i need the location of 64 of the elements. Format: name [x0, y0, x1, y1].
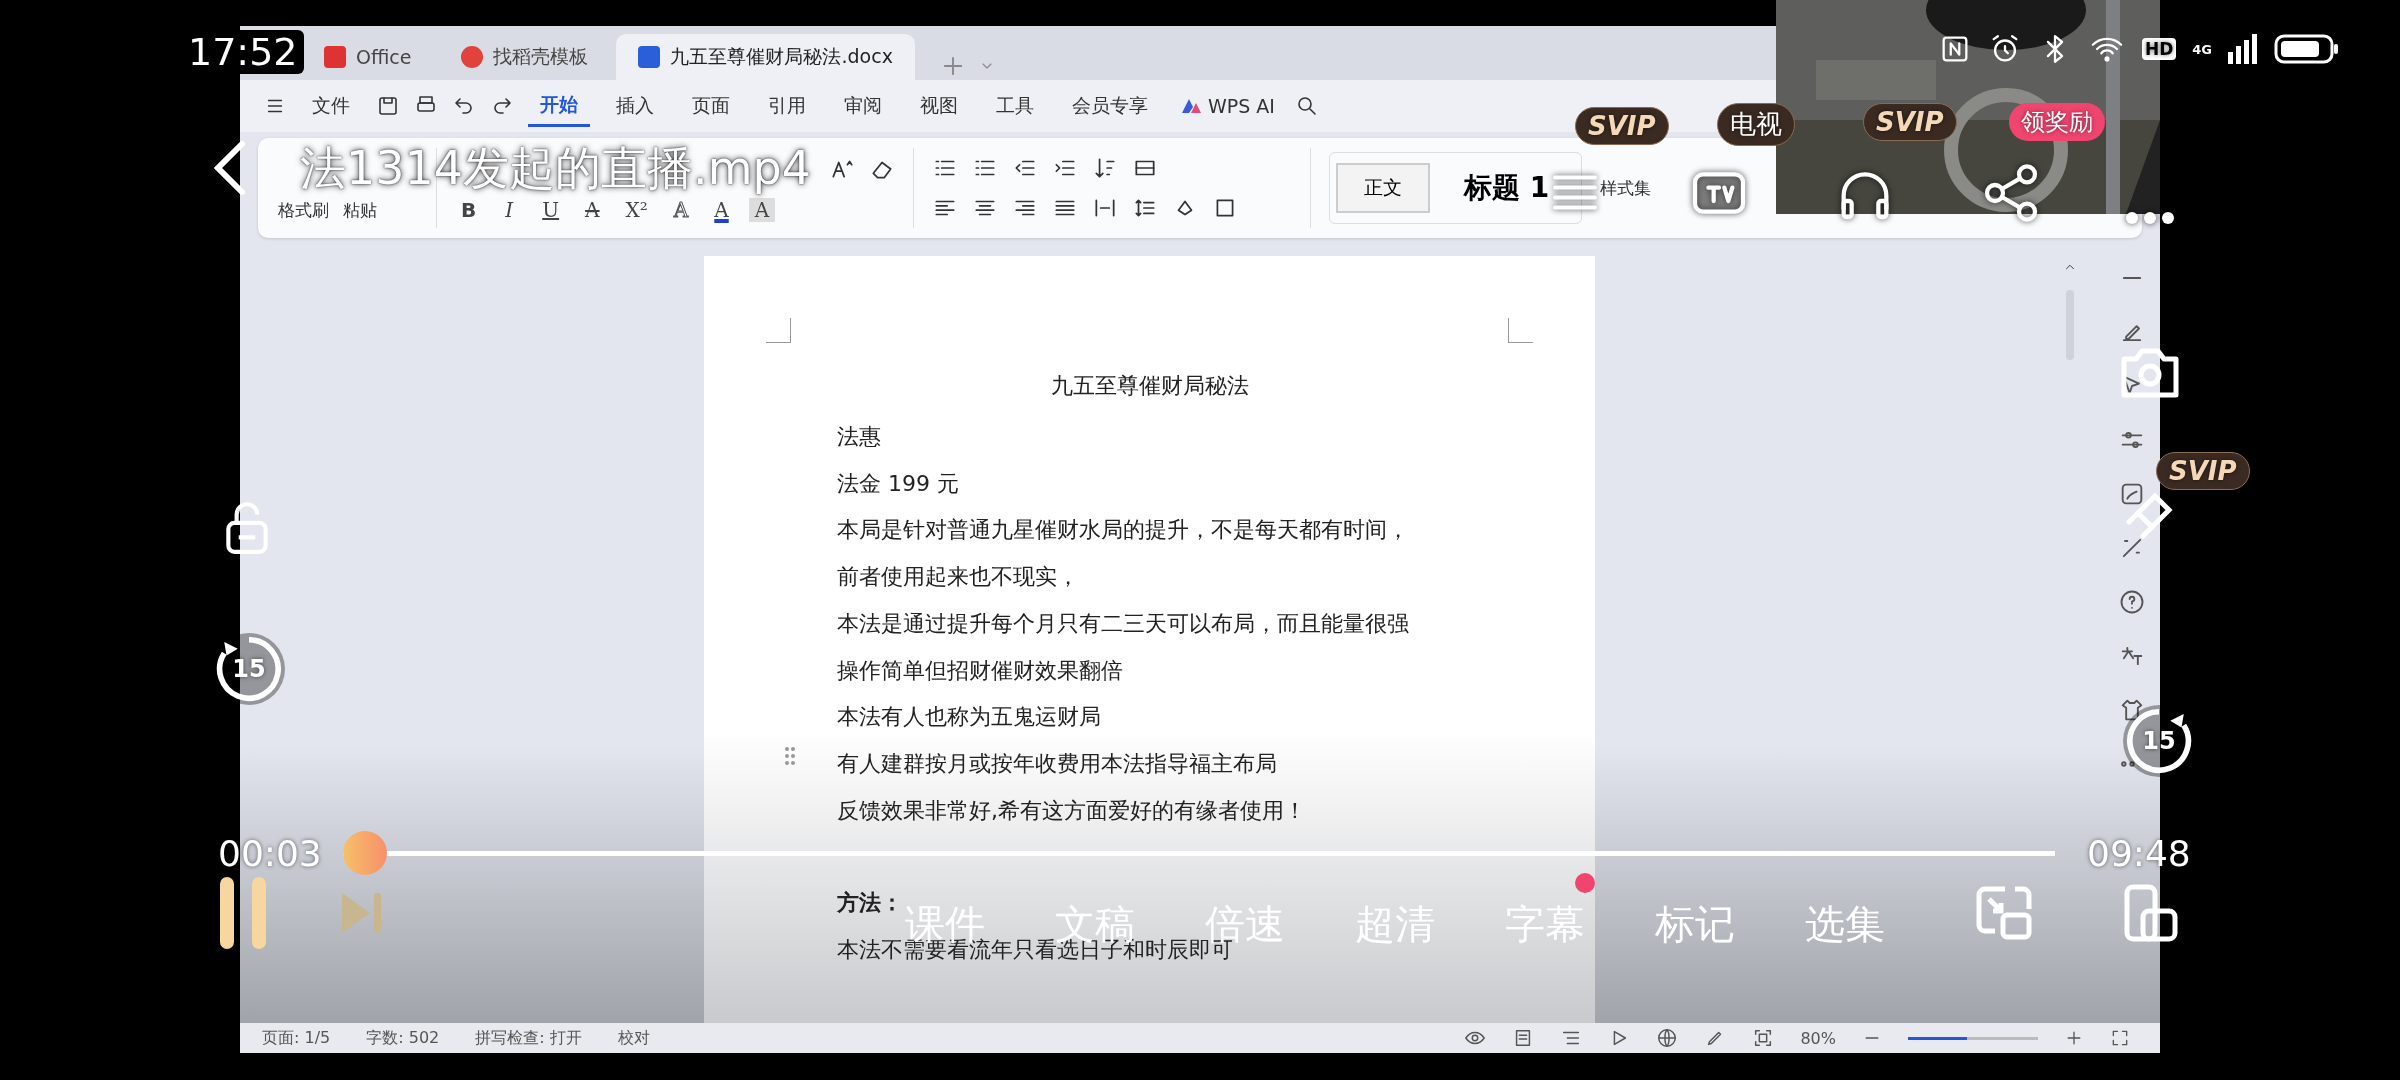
font-style-button[interactable]: A — [748, 198, 776, 222]
crop-mark — [1508, 318, 1533, 343]
document-tab[interactable]: 九五至尊催财局秘法.docx — [616, 34, 915, 80]
document-paragraph: 本法有人也称为五鬼运财局 — [837, 703, 1101, 732]
save-icon[interactable] — [376, 94, 400, 118]
style-option[interactable]: 正文 — [1336, 163, 1430, 213]
paste-button[interactable]: 粘贴 — [343, 198, 377, 222]
font-style-button[interactable]: I — [496, 198, 523, 222]
document-paragraph: 本法是通过提升每个月只有二三天可以布局，而且能量很强 — [837, 609, 1409, 638]
sort-icon[interactable] — [1092, 155, 1118, 181]
spell-check-toggle[interactable]: 拼写检查: 打开 — [475, 1027, 582, 1049]
font-style-button[interactable]: A — [708, 198, 735, 222]
proofread-button[interactable]: 校对 — [617, 1027, 650, 1049]
signal-icon — [2228, 34, 2258, 64]
battery-icon — [2274, 33, 2340, 65]
globe-icon[interactable] — [1656, 1027, 1679, 1049]
ai-logo-icon — [1180, 97, 1202, 115]
document-paragraph: 法金 199 元 — [837, 469, 959, 498]
document-title: 九五至尊催财局秘法 — [1049, 372, 1250, 400]
document-tab[interactable]: 找稻壳模板 — [439, 34, 611, 80]
style-set-button[interactable]: 样式集 — [1600, 176, 1652, 200]
font-style-button[interactable]: U — [536, 198, 566, 222]
badge: SVIP — [2156, 452, 2250, 490]
ribbon-tab[interactable]: 插入 — [604, 87, 666, 125]
badge: SVIP — [1863, 103, 1957, 141]
badge: SVIP — [1575, 107, 1669, 145]
ribbon-tab[interactable]: 引用 — [756, 87, 818, 125]
fullscreen-icon[interactable] — [2110, 1028, 2130, 1048]
help-icon[interactable] — [2118, 588, 2146, 616]
crop-mark — [766, 318, 791, 343]
font-style-button[interactable]: B — [455, 198, 483, 222]
file-menu[interactable]: 文件 — [300, 87, 362, 125]
document-tab[interactable]: Office — [302, 34, 434, 80]
font-style-button[interactable]: X² — [619, 198, 654, 222]
format-painter-button[interactable]: 格式刷 — [278, 198, 329, 222]
page-count: 页面: 1/5 — [262, 1027, 331, 1049]
ribbon-tab[interactable]: 页面 — [680, 87, 742, 125]
document-paragraph: 反馈效果非常好,希有这方面爱好的有缘者使用！ — [837, 796, 1306, 825]
style-option[interactable]: 标题 1 — [1438, 163, 1576, 213]
document-paragraph: 操作简单但招财催财效果翻倍 — [837, 656, 1123, 685]
word-count: 字数: 502 — [366, 1027, 440, 1049]
document-paragraph: 方法： — [837, 889, 903, 918]
document-paragraph: 法惠 — [837, 423, 881, 451]
ai-button[interactable]: WPS AI — [1174, 94, 1281, 118]
font-style-button[interactable]: A — [667, 198, 695, 222]
document-paragraph: 有人建群按月或按年收费用本法指导福主布局 — [837, 749, 1277, 778]
ribbon-tab[interactable]: 会员专享 — [1060, 87, 1160, 125]
zoom-slider[interactable] — [1908, 1036, 2038, 1040]
ribbon-tab[interactable]: 审阅 — [832, 87, 894, 125]
more-icon[interactable] — [2125, 211, 2175, 225]
drag-handle-icon[interactable] — [784, 746, 796, 766]
pause-button[interactable] — [220, 876, 266, 949]
zoom-level[interactable]: 80% — [1800, 1028, 1836, 1048]
font-style-button[interactable]: A — [579, 198, 606, 222]
ribbon-tab[interactable]: 工具 — [984, 87, 1046, 125]
network-type: 4G — [2192, 41, 2212, 57]
progress-thumb[interactable] — [343, 831, 387, 875]
document-paragraph: 本局是针对普通九星催财水局的提升，不是每天都有时间， — [837, 516, 1409, 545]
video-title: 法1314发起的直播.mp4 — [300, 140, 811, 198]
document-paragraph: 前者使用起来也不现实， — [837, 563, 1079, 592]
ribbon-tab[interactable]: 开始 — [528, 85, 590, 127]
rotate-screen-icon[interactable] — [2123, 882, 2179, 943]
badge: 领奖励 — [2009, 103, 2105, 141]
ribbon-tab[interactable]: 视图 — [908, 87, 970, 125]
